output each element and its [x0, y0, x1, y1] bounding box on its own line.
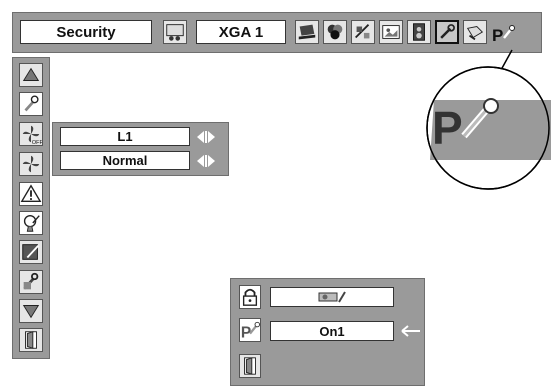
up-arrow-icon[interactable]: [19, 63, 43, 87]
fan-icon[interactable]: [19, 152, 43, 176]
pin-row-2-field[interactable]: On1: [270, 321, 394, 341]
color-balls-icon[interactable]: [323, 20, 347, 44]
screen-pen-icon[interactable]: [19, 240, 43, 264]
setting-value-2-arrows[interactable]: [197, 155, 221, 167]
magnified-security-key-icon: P: [432, 98, 499, 154]
menu-title: Security: [20, 20, 152, 44]
left-arrow-indicator-icon: [401, 325, 420, 337]
laptop-input-icon[interactable]: [295, 20, 319, 44]
warning-icon[interactable]: [19, 182, 43, 206]
fan-off-icon[interactable]: OFF: [19, 122, 43, 146]
source-value: XGA 1: [196, 20, 286, 44]
image-select-icon[interactable]: [379, 20, 403, 44]
key-icon[interactable]: [19, 92, 43, 116]
lock-icon: [239, 285, 261, 309]
svg-text:P: P: [432, 102, 463, 154]
setting-value-1[interactable]: L1: [60, 127, 190, 146]
svg-text:OFF: OFF: [32, 140, 42, 145]
wrench-pen-icon[interactable]: [19, 270, 43, 294]
pc-adjust-icon[interactable]: [351, 20, 375, 44]
pin-row-1-field[interactable]: [270, 287, 394, 307]
projector-source-icon[interactable]: [163, 20, 187, 44]
exit-door-icon[interactable]: [19, 328, 43, 352]
projector-lock-icon: [318, 291, 346, 303]
security-key-icon-2: P: [239, 318, 261, 342]
exit-door-icon-2[interactable]: [239, 354, 261, 378]
down-arrow-icon[interactable]: [19, 299, 43, 323]
lamp-icon[interactable]: [19, 211, 43, 235]
setting-value-2[interactable]: Normal: [60, 151, 190, 170]
setting-value-1-arrows[interactable]: [197, 131, 221, 143]
